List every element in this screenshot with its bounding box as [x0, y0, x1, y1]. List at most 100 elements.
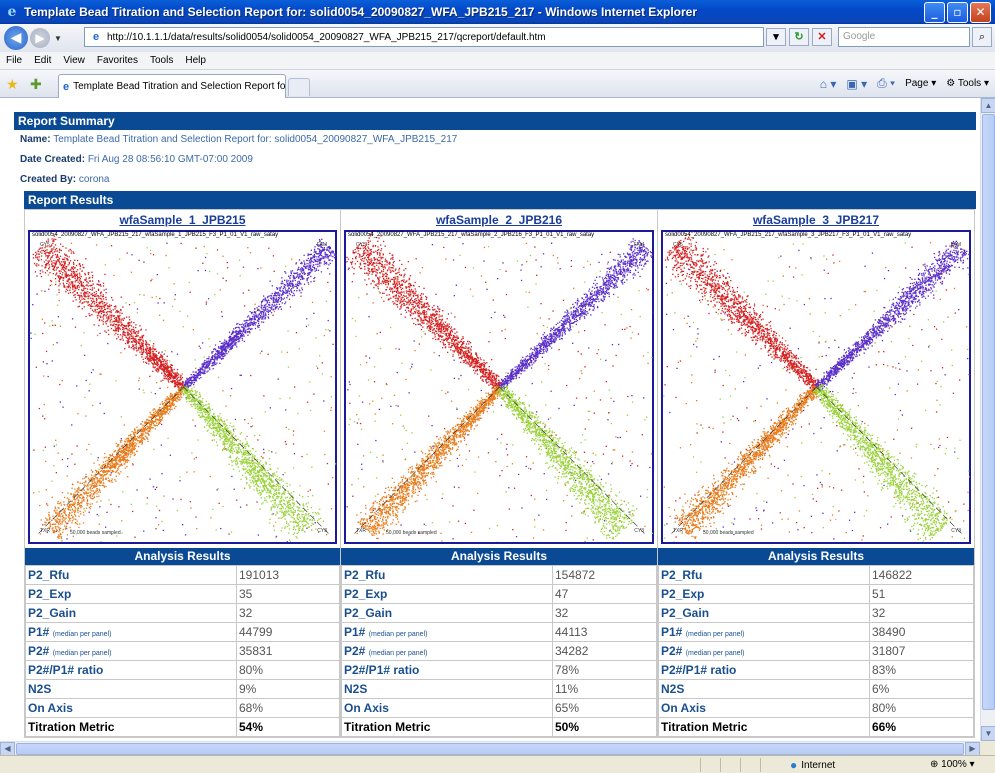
metric-label: P1# (median per panel) [658, 622, 870, 642]
satay-scatter-image [663, 232, 970, 542]
metric-label: P2_Rfu [658, 565, 870, 585]
menu-view[interactable]: View [63, 55, 85, 66]
metric-value: 31807 [869, 641, 974, 661]
metric-row: P1# (median per panel) 38490 [658, 622, 974, 642]
sample-column: wfaSample_2_JPB216 solid0054_20090827_WF… [341, 209, 658, 738]
metric-row: P2# (median per panel) 34282 [341, 641, 657, 661]
horizontal-scroll-thumb[interactable] [16, 743, 964, 755]
cy5-axis-label: CY5 [356, 242, 366, 248]
metric-value: 66% [869, 717, 974, 737]
metrics-table: P2_Rfu 154872 P2_Exp 47 P2_Gain 32 P1# (… [341, 565, 657, 737]
address-dropdown-button[interactable]: ▾ [766, 28, 786, 46]
metric-label: P1# (median per panel) [25, 622, 237, 642]
report-results: Report Results wfaSample_1_JPB215 solid0… [24, 191, 976, 738]
txr-axis-label: TXR [673, 528, 683, 534]
metric-row: On Axis 80% [658, 698, 974, 718]
home-icon[interactable]: ⌂ ▾ [820, 77, 837, 91]
vertical-scrollbar[interactable]: ▲ ▼ [980, 98, 995, 741]
history-dropdown-icon[interactable]: ▼ [54, 34, 62, 43]
analysis-results-header: Analysis Results [341, 548, 657, 565]
metric-label: P2_Gain [25, 603, 237, 623]
sample-link[interactable]: wfaSample_3_JPB217 [658, 210, 974, 230]
metric-label: N2S [341, 679, 553, 699]
metric-row: Titration Metric 54% [25, 717, 340, 737]
sample-link[interactable]: wfaSample_2_JPB216 [341, 210, 657, 230]
cy3-axis-label: CY3 [317, 528, 327, 534]
metric-label: Titration Metric [658, 717, 870, 737]
metric-value: 146822 [869, 565, 974, 585]
window-title-bar[interactable]: e Template Bead Titration and Selection … [0, 0, 995, 24]
menu-edit[interactable]: Edit [34, 55, 51, 66]
analysis-results-header: Analysis Results [658, 548, 974, 565]
metric-value: 78% [552, 660, 657, 680]
metric-value: 47 [552, 584, 657, 604]
tab-label: Template Bead Titration and Selection Re… [73, 81, 285, 92]
feeds-icon[interactable]: ▣ ▾ [846, 77, 867, 91]
metric-value: 32 [236, 603, 340, 623]
page-menu-button[interactable]: Page ▾ [905, 78, 936, 89]
metric-value: 68% [236, 698, 340, 718]
horizontal-scrollbar[interactable]: ◀ ▶ [0, 741, 980, 756]
zoom-level[interactable]: ⊕ 100% ▾ [930, 759, 975, 770]
metric-value: 32 [869, 603, 974, 623]
beads-note: 50,000 beads sampled [70, 530, 121, 536]
metric-label: On Axis [341, 698, 553, 718]
scroll-left-button[interactable]: ◀ [0, 742, 15, 756]
metric-row: P2_Exp 51 [658, 584, 974, 604]
metric-value: 38490 [869, 622, 974, 642]
scroll-down-button[interactable]: ▼ [981, 726, 995, 741]
security-zone[interactable]: ● Internet [790, 758, 835, 772]
metric-row: P2_Gain 32 [25, 603, 340, 623]
menu-favorites[interactable]: Favorites [97, 55, 138, 66]
plot-label: solid0054_20090827_WFA_JPB215_217_wfaSam… [348, 232, 595, 238]
metric-row: P1# (median per panel) 44113 [341, 622, 657, 642]
metric-row: On Axis 68% [25, 698, 340, 718]
metric-row: Titration Metric 50% [341, 717, 657, 737]
menu-help[interactable]: Help [185, 55, 206, 66]
vertical-scroll-thumb[interactable] [982, 114, 995, 710]
stop-button[interactable]: ✕ [812, 28, 832, 46]
minimize-button[interactable]: _ [924, 2, 945, 23]
tools-menu-button[interactable]: ⚙ Tools ▾ [946, 78, 989, 89]
metric-row: P2_Gain 32 [658, 603, 974, 623]
menu-tools[interactable]: Tools [150, 55, 173, 66]
metric-value: 11% [552, 679, 657, 699]
print-icon[interactable]: ⎙ ▾ [877, 76, 895, 91]
new-tab-button[interactable] [288, 78, 310, 96]
refresh-button[interactable]: ↻ [789, 28, 809, 46]
scroll-right-button[interactable]: ▶ [965, 742, 980, 756]
add-favorite-icon[interactable]: ✚ [30, 76, 42, 93]
favorites-star-icon[interactable]: ★ [6, 76, 19, 93]
metric-label: P2#/P1# ratio [658, 660, 870, 680]
txr-axis-label: TXR [356, 528, 366, 534]
back-button[interactable]: ◀ [4, 26, 28, 50]
fam-axis-label: FAM [633, 242, 644, 248]
search-button[interactable]: ⌕ [972, 27, 992, 47]
metric-label: On Axis [25, 698, 237, 718]
plot-label: solid0054_20090827_WFA_JPB215_217_wfaSam… [32, 232, 279, 238]
address-bar-row: ◀ ▶ ▼ e http://10.1.1.1/data/results/sol… [0, 24, 995, 52]
sample-link[interactable]: wfaSample_1_JPB215 [25, 210, 340, 230]
search-input[interactable]: Google [838, 27, 970, 47]
metric-value: 32 [552, 603, 657, 623]
metric-value: 35 [236, 584, 340, 604]
sample-column: wfaSample_3_JPB217 solid0054_20090827_WF… [658, 209, 975, 738]
metric-label: P2#/P1# ratio [341, 660, 553, 680]
page-icon: e [92, 31, 100, 43]
status-bar: ● Internet ⊕ 100% ▾ [0, 755, 995, 773]
metric-row: P2#/P1# ratio 80% [25, 660, 340, 680]
close-button[interactable]: ✕ [970, 2, 991, 23]
scroll-up-button[interactable]: ▲ [981, 98, 995, 113]
maximize-button[interactable]: ▫ [947, 2, 968, 23]
report-summary-header: Report Summary [14, 112, 976, 130]
address-input[interactable]: e http://10.1.1.1/data/results/solid0054… [84, 27, 764, 47]
metric-value: 44799 [236, 622, 340, 642]
tab-report[interactable]: e Template Bead Titration and Selection … [58, 74, 286, 98]
forward-button[interactable]: ▶ [30, 28, 50, 48]
metric-value: 80% [236, 660, 340, 680]
menu-file[interactable]: File [6, 55, 22, 66]
metric-label: P2_Exp [658, 584, 870, 604]
metric-row: P2# (median per panel) 35831 [25, 641, 340, 661]
report-results-header: Report Results [24, 191, 976, 209]
metric-value: 51 [869, 584, 974, 604]
